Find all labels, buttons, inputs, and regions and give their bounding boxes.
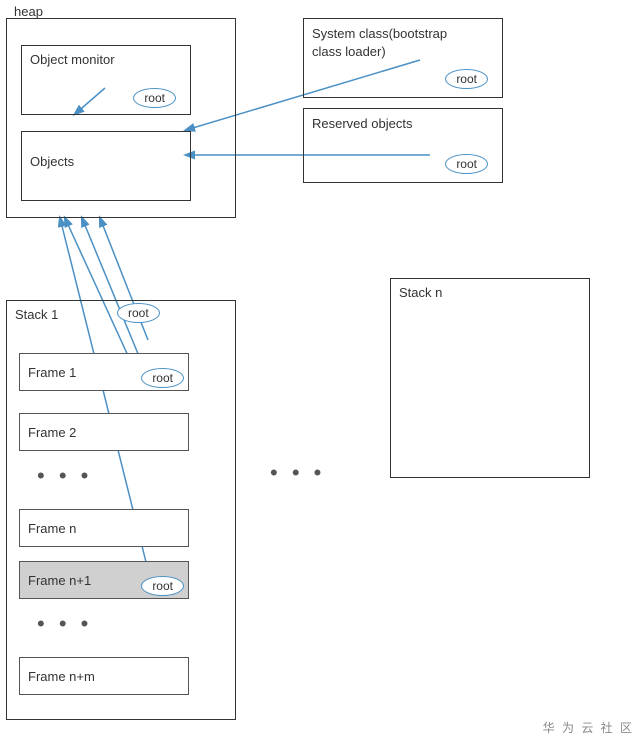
system-class-box: System class(bootstrapclass loader) root — [303, 18, 503, 98]
framen-label: Frame n — [28, 521, 76, 536]
framen1-label: Frame n+1 — [28, 573, 91, 588]
diagram: Object monitor root Objects heap System … — [0, 0, 644, 746]
stackn-box: Stack n — [390, 278, 590, 478]
stack1-dots1: • • • — [37, 463, 92, 489]
frame2-box: Frame 2 — [19, 413, 189, 451]
frame2-label: Frame 2 — [28, 425, 76, 440]
middle-dots: • • • — [270, 460, 325, 486]
stack1-box: Stack 1 root Frame 1 root Frame 2 • • • … — [6, 300, 236, 720]
object-monitor-root-oval: root — [133, 88, 176, 108]
system-class-label: System class(bootstrapclass loader) — [312, 25, 447, 61]
heap-label: heap — [14, 4, 43, 19]
heap-box: Object monitor root Objects — [6, 18, 236, 218]
watermark: 华 为 云 社 区 — [543, 719, 634, 736]
object-monitor-box: Object monitor root — [21, 45, 191, 115]
frame1-root-oval: root — [141, 368, 184, 388]
frame1-label: Frame 1 — [28, 365, 76, 380]
objects-label: Objects — [30, 154, 74, 169]
stack1-dots2: • • • — [37, 611, 92, 637]
framen1-box: Frame n+1 root — [19, 561, 189, 599]
reserved-box: Reserved objects root — [303, 108, 503, 183]
framen-box: Frame n — [19, 509, 189, 547]
frame1-box: Frame 1 root — [19, 353, 189, 391]
objects-box: Objects — [21, 131, 191, 201]
framen1-root-oval: root — [141, 576, 184, 596]
stack1-label: Stack 1 — [15, 307, 58, 322]
reserved-root-oval: root — [445, 154, 488, 174]
object-monitor-label: Object monitor — [30, 52, 115, 67]
stackn-label: Stack n — [399, 285, 442, 300]
stack1-root-oval: root — [117, 303, 160, 323]
framenm-box: Frame n+m — [19, 657, 189, 695]
system-class-root-oval: root — [445, 69, 488, 89]
framenm-label: Frame n+m — [28, 669, 95, 684]
reserved-label: Reserved objects — [312, 115, 412, 133]
